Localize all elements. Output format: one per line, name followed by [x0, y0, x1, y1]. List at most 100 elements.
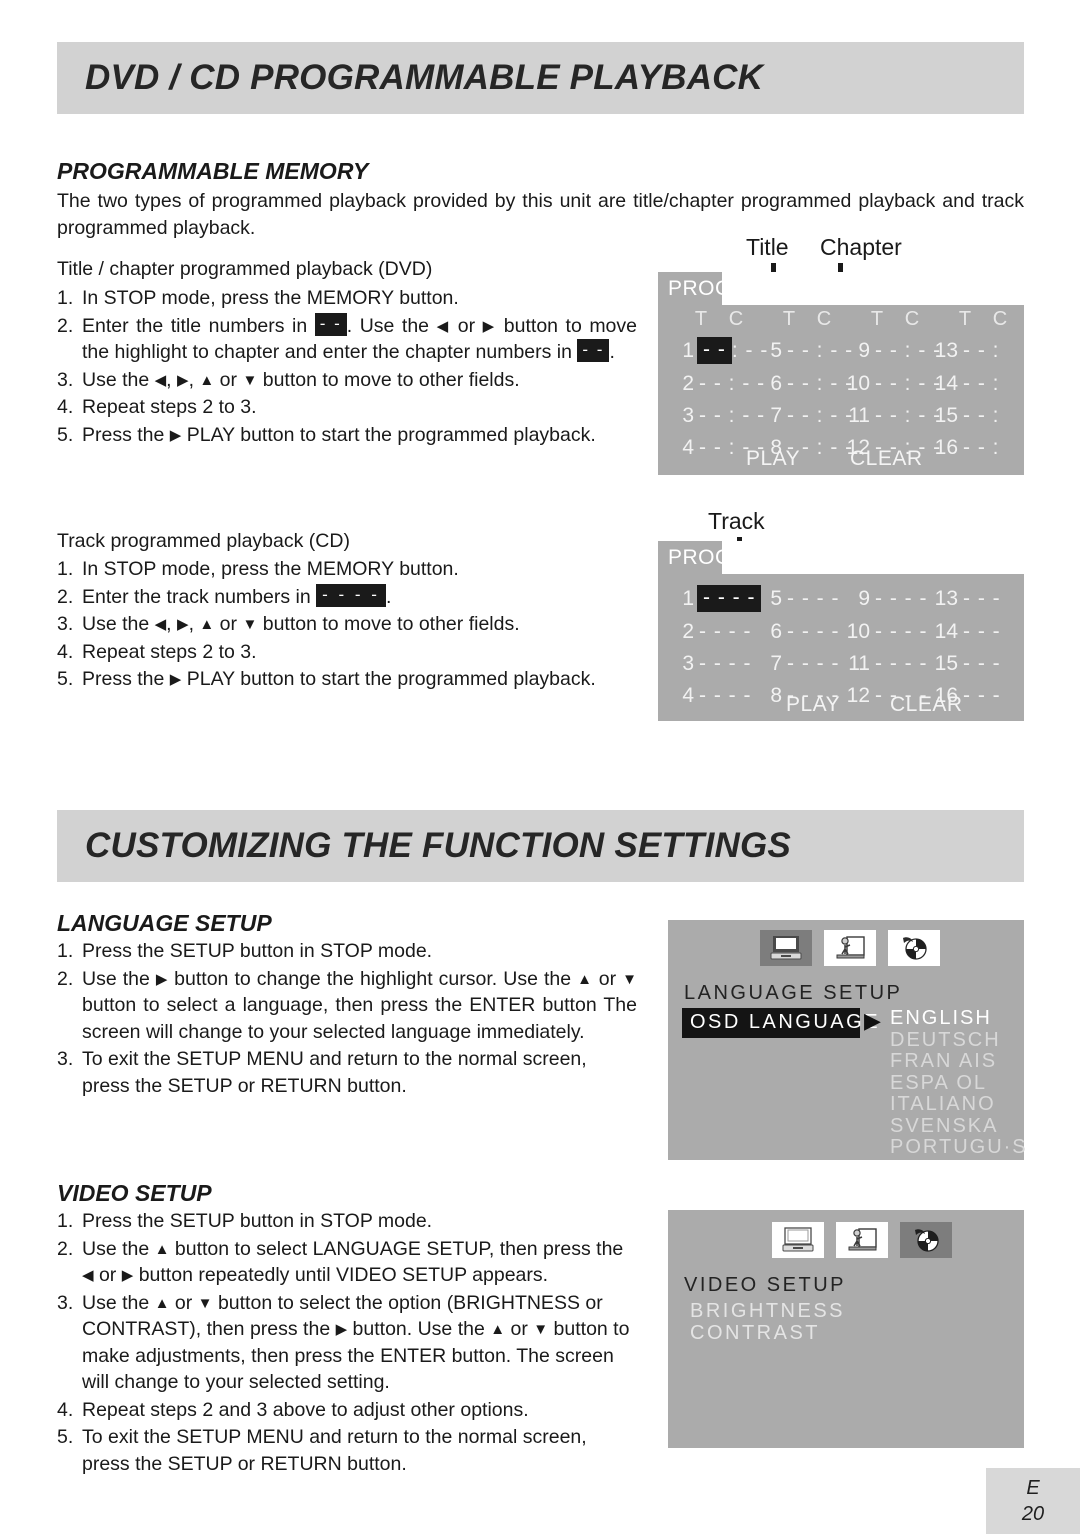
left-arrow-icon: ◀	[436, 317, 451, 335]
slot-value-highlighted: - - - -	[697, 585, 762, 612]
step-text-part: or	[450, 314, 483, 337]
up-arrow-icon: ▲	[490, 1321, 506, 1338]
heading-language-setup: LANGUAGE SETUP	[57, 910, 272, 936]
video-setup-title: VIDEO SETUP	[684, 1274, 846, 1296]
monitor-icon[interactable]	[772, 1222, 824, 1258]
language-option-portugues[interactable]: PORTUGU·S	[890, 1136, 1028, 1159]
person-screen-icon[interactable]	[836, 1222, 888, 1258]
monitor-icon[interactable]	[760, 930, 812, 966]
step-number: 2.	[57, 314, 74, 337]
step-number: 1.	[57, 287, 74, 309]
step-text-part: or	[592, 967, 623, 990]
contrast-option[interactable]: CONTRAST	[690, 1322, 820, 1345]
program-slot[interactable]: 6- - - -	[754, 620, 842, 644]
step-number: 1.	[57, 940, 74, 962]
osd-cutout	[722, 272, 1024, 305]
cd-program-actions: PLAY CLEAR	[658, 693, 1024, 719]
program-slot[interactable]: 5- - - -	[754, 585, 842, 612]
step-text-part: button to move to other fields.	[257, 368, 520, 391]
person-screen-icon[interactable]	[824, 930, 876, 966]
program-slot[interactable]: 3- - : - -	[666, 404, 764, 428]
step-text-part: ,	[188, 368, 200, 391]
step-number: 4.	[57, 396, 74, 418]
step-text-part: .	[385, 585, 392, 608]
program-slot[interactable]: 7- - - -	[754, 652, 842, 676]
program-slot[interactable]: 3- - - -	[666, 652, 754, 676]
language-option-deutsch[interactable]: DEUTSCH	[890, 1029, 1028, 1052]
slot-index: 2	[682, 372, 694, 395]
brightness-option[interactable]: BRIGHTNESS	[690, 1300, 845, 1323]
program-slot[interactable]: 11- - : - -	[842, 404, 940, 428]
list-item: 2. Use the ▶ button to change the highli…	[57, 966, 637, 1046]
program-slot[interactable]: 14- - -	[930, 620, 1018, 644]
language-option-francais[interactable]: FRAN AIS	[890, 1050, 1028, 1073]
list-item: 5. Press the ▶ PLAY button to start the …	[57, 666, 637, 693]
slot-index: 13	[934, 586, 958, 610]
slot-index: 6	[770, 372, 782, 395]
step-text: Press the SETUP button in STOP mode.	[82, 1210, 433, 1232]
program-slot[interactable]: 15- - -	[930, 652, 1018, 676]
list-item: 4. Repeat steps 2 and 3 above to adjust …	[57, 1397, 637, 1424]
disc-icon-glyph	[915, 1229, 939, 1252]
list-item: 1. Press the SETUP button in STOP mode.	[57, 938, 637, 965]
program-slot[interactable]: 10- - - -	[842, 620, 930, 644]
step-text-part: Use the	[82, 368, 155, 391]
language-option-espanol[interactable]: ESPA OL	[890, 1072, 1028, 1095]
program-slot[interactable]: 13- - :	[930, 337, 1018, 364]
cd-steps-list: 1. In STOP mode, press the MEMORY button…	[57, 556, 637, 694]
step-text-part: Enter the track numbers in	[82, 585, 317, 608]
step-text-part: button to select LANGUAGE SETUP, then pr…	[169, 1237, 624, 1260]
disc-icon[interactable]	[888, 930, 940, 966]
step-text-part: button to move to other fields.	[257, 613, 520, 635]
clear-button[interactable]: CLEAR	[850, 447, 923, 471]
program-slot[interactable]: 6- - : - -	[754, 372, 852, 396]
play-button[interactable]: PLAY	[746, 447, 800, 471]
step-text-part: button to change the highlight cursor. U…	[168, 967, 578, 990]
step-text: Press the SETUP button in STOP mode.	[82, 940, 433, 962]
list-item: 2. Enter the track numbers in - - - -.	[57, 583, 637, 611]
table-row: 2- - : - - 6- - : - - 10- - : - - 14- - …	[666, 372, 1018, 396]
slot-value: - - - -	[787, 620, 840, 643]
list-item: 1. Press the SETUP button in STOP mode.	[57, 1208, 637, 1235]
program-slot[interactable]: 2- - : - -	[666, 372, 764, 396]
program-slot[interactable]: 13- - -	[930, 585, 1018, 612]
program-slot[interactable]: 9- - - -	[842, 585, 930, 612]
slot-index: 14	[934, 620, 958, 643]
program-slot[interactable]: 7- - : - -	[754, 404, 852, 428]
language-setup-screen: LANGUAGE SETUP OSD LANGUAGE ▶ ENGLISH DE…	[668, 920, 1026, 1160]
step-number: 1.	[57, 1210, 74, 1232]
step-number: 3.	[57, 1291, 74, 1314]
language-option-italiano[interactable]: ITALIANO	[890, 1093, 1028, 1116]
disc-icon[interactable]	[900, 1222, 952, 1258]
slot-value: - - :	[963, 372, 1000, 395]
program-slot[interactable]: 2- - - -	[666, 620, 754, 644]
program-slot[interactable]: 1- -: - -	[666, 337, 767, 364]
section-title-playback: DVD / CD PROGRAMMABLE PLAYBACK	[85, 58, 764, 97]
program-slot[interactable]: 1- - - -	[666, 585, 762, 612]
disc-icon-glyph	[903, 937, 927, 960]
osd-language-item[interactable]: OSD LANGUAGE	[682, 1008, 878, 1038]
language-option-english[interactable]: ENGLISH	[890, 1007, 1028, 1030]
program-slot[interactable]: 11- - - -	[842, 652, 930, 676]
step-text-part: Use the	[82, 1237, 155, 1260]
program-slot[interactable]: 14- - :	[930, 372, 1018, 396]
program-slot[interactable]: 10- - : - -	[842, 372, 941, 396]
title-entry-box: - -	[314, 312, 347, 336]
step-text-part: or	[505, 1318, 534, 1340]
slot-value: - - - -	[699, 620, 752, 643]
heading-programmable-memory: PROGRAMMABLE MEMORY	[57, 158, 369, 184]
slot-value: - - - -	[787, 652, 840, 675]
dvd-playback-caption: Title / chapter programmed playback (DVD…	[57, 258, 433, 280]
slot-index: 11	[848, 404, 870, 427]
step-text-part: or	[214, 368, 243, 391]
play-button[interactable]: PLAY	[786, 693, 840, 717]
program-slot[interactable]: 9- - : - -	[842, 337, 940, 364]
program-slot[interactable]: 5- - : - -	[754, 337, 852, 364]
clear-button[interactable]: CLEAR	[890, 693, 963, 717]
slot-value-highlighted: - -	[697, 337, 732, 364]
slot-index: 14	[934, 372, 958, 395]
slot-value: - - - -	[787, 586, 840, 610]
slot-index: 2	[682, 620, 694, 643]
language-option-svenska[interactable]: SVENSKA	[890, 1115, 1028, 1138]
program-slot[interactable]: 15- - :	[930, 404, 1018, 428]
